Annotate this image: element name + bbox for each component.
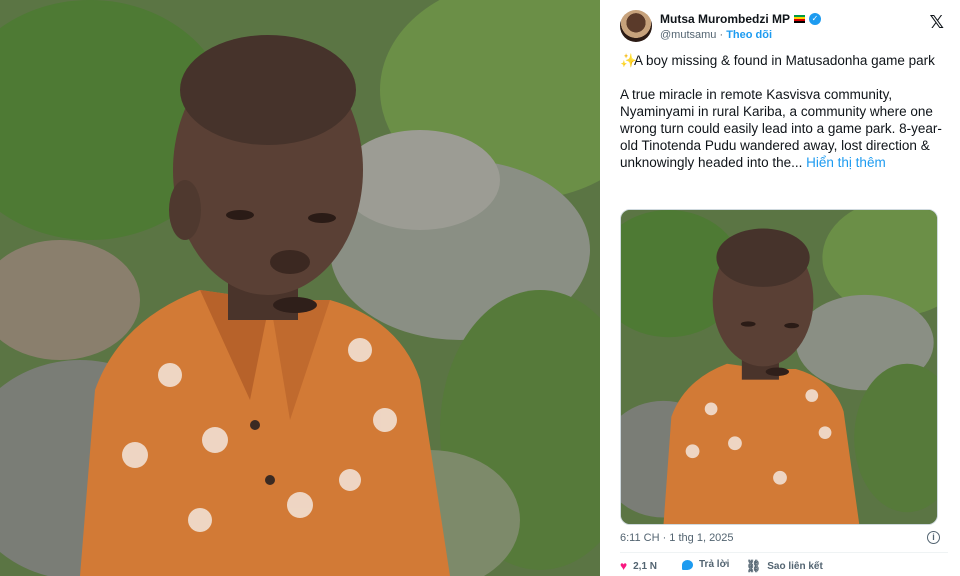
like-count: 2,1 N — [633, 560, 658, 572]
author-name-line[interactable]: Mutsa Murombedzi MP ✓ — [660, 12, 822, 26]
handle-line: @mutsamu · Theo dõi — [660, 29, 772, 41]
boy-photo-illustration — [0, 0, 600, 576]
separator-dot: · — [719, 29, 724, 41]
sparkle-star-icon: ✨ — [620, 53, 637, 68]
image-divider — [600, 0, 608, 576]
tweet-actions: ♥ 2,1 N Trả lời ⛓ Sao liên kết — [620, 559, 948, 575]
tweet-title: A boy missing & found in Matusadonha gam… — [634, 53, 935, 68]
tweet-title-line: ✨A boy missing & found in Matusadonha ga… — [620, 52, 950, 69]
like-button[interactable]: ♥ 2,1 N — [620, 559, 657, 573]
avatar[interactable] — [620, 10, 652, 42]
verified-badge-icon: ✓ — [809, 13, 822, 25]
copy-link-label: Sao liên kết — [767, 560, 823, 572]
reply-label: Trả lời — [699, 559, 730, 570]
tweet-body-paragraph: A true miracle in remote Kasvisva commun… — [620, 86, 950, 171]
reply-bubble-icon — [682, 559, 693, 570]
tweet-card: Mutsa Murombedzi MP ✓ @mutsamu · Theo dõ… — [608, 0, 960, 576]
hero-photo — [0, 0, 600, 576]
reply-button[interactable]: Trả lời — [682, 559, 729, 570]
link-icon: ⛓ — [746, 559, 762, 573]
author-name[interactable]: Mutsa Murombedzi MP — [660, 12, 790, 26]
tweet-text: ✨A boy missing & found in Matusadonha ga… — [620, 52, 950, 188]
tweet-header: Mutsa Murombedzi MP ✓ @mutsamu · Theo dõ… — [620, 10, 948, 46]
show-more-link[interactable]: Hiển thị thêm — [806, 155, 886, 170]
tweet-media-photo[interactable] — [620, 209, 938, 525]
author-handle[interactable]: @mutsamu — [660, 29, 716, 41]
x-logo-icon[interactable]: 𝕏 — [929, 12, 944, 33]
follow-button[interactable]: Theo dõi — [726, 29, 772, 41]
info-icon[interactable]: i — [927, 531, 940, 544]
zimbabwe-flag-icon — [794, 15, 806, 23]
actions-divider — [620, 552, 948, 553]
tweet-timestamp[interactable]: 6:11 CH · 1 thg 1, 2025 — [620, 532, 734, 544]
boy-photo-thumbnail — [621, 210, 937, 524]
tweet-body: A true miracle in remote Kasvisva commun… — [620, 87, 942, 170]
copy-link-button[interactable]: ⛓ Sao liên kết — [746, 559, 823, 573]
heart-icon: ♥ — [620, 559, 628, 573]
